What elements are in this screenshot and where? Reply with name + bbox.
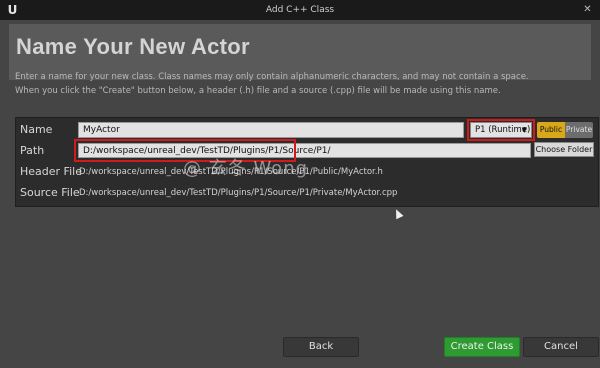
- path-label: Path: [20, 144, 45, 157]
- cancel-button[interactable]: Cancel: [523, 337, 599, 357]
- create-class-button[interactable]: Create Class: [444, 337, 520, 357]
- public-toggle-button[interactable]: Public: [537, 122, 565, 138]
- title-bar: U Add C++ Class ✕: [0, 0, 600, 20]
- source-file-label: Source File: [20, 186, 80, 199]
- name-label: Name: [20, 123, 53, 136]
- description-line-2: When you click the "Create" button below…: [15, 86, 501, 96]
- back-button[interactable]: Back: [283, 337, 359, 357]
- header-file-label: Header File: [20, 165, 82, 178]
- description-line-1: Enter a name for your new class. Class n…: [15, 72, 529, 82]
- module-highlight-box: [467, 119, 535, 141]
- watermark-text: @ 玄冬 Wong: [183, 158, 309, 179]
- private-toggle-button[interactable]: Private: [565, 122, 593, 138]
- choose-folder-button[interactable]: Choose Folder: [534, 142, 594, 157]
- page-title: Name Your New Actor: [16, 34, 250, 59]
- window-title: Add C++ Class: [265, 5, 335, 15]
- name-input[interactable]: MyActor: [78, 122, 464, 138]
- source-file-path: D:/workspace/unreal_dev/TestTD/Plugins/P…: [79, 188, 398, 198]
- close-icon[interactable]: ✕: [581, 3, 594, 16]
